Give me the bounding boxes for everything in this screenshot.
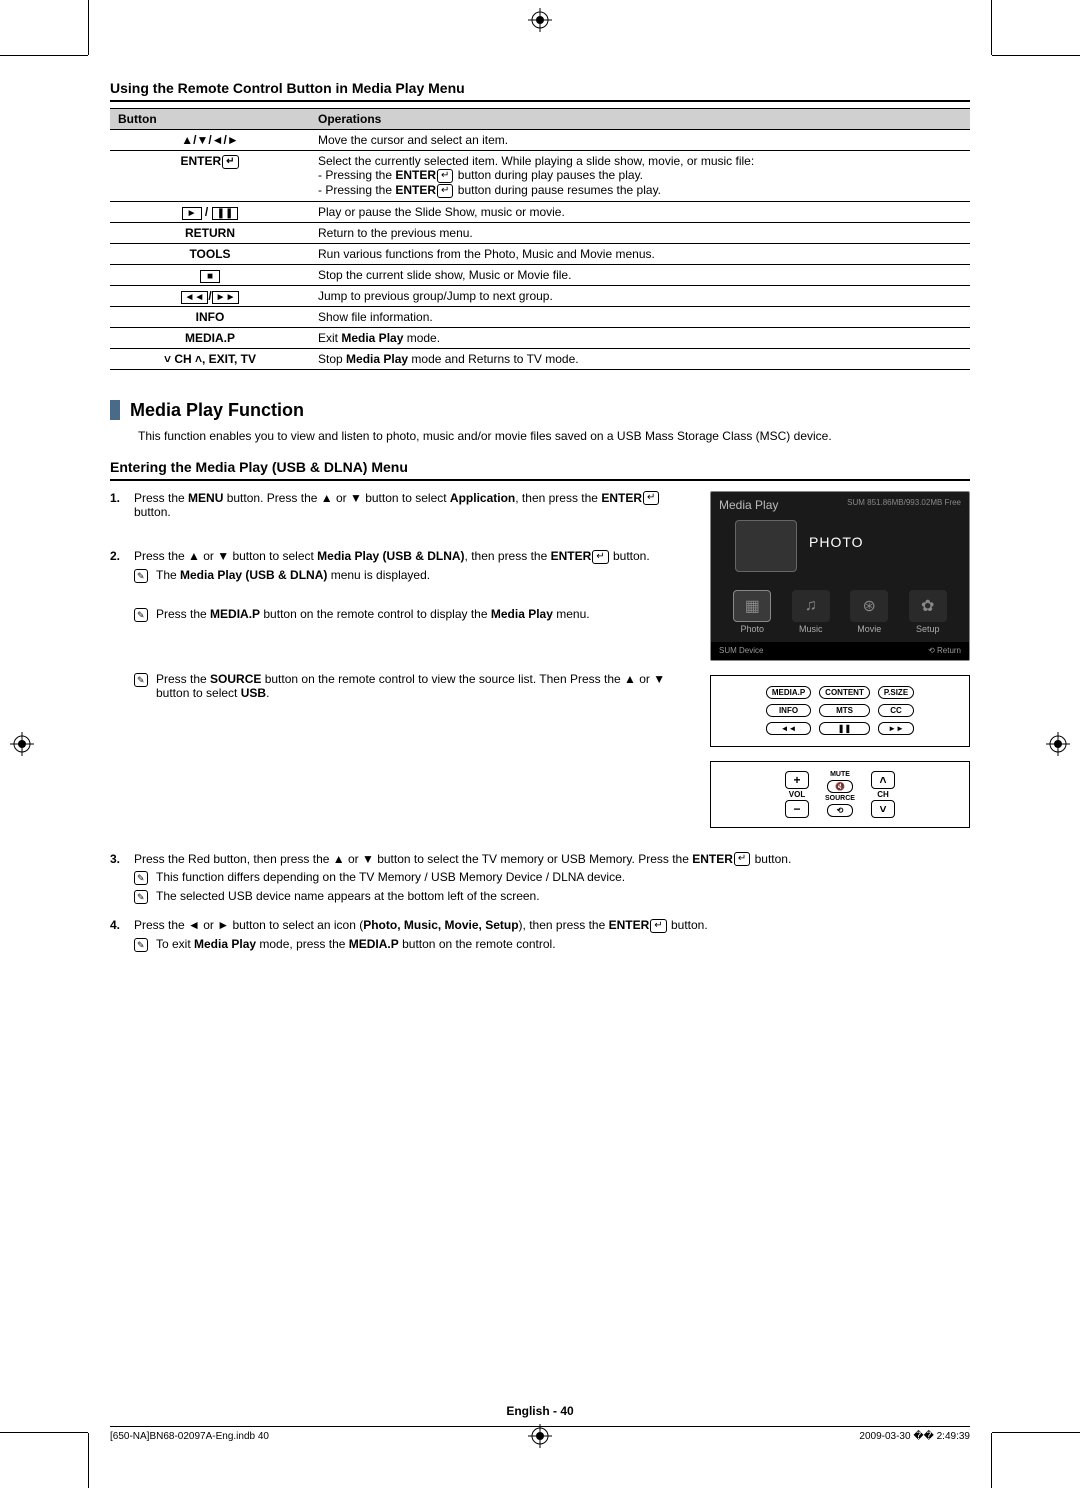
remote-button: ►► [878, 722, 914, 735]
table-row: ◄◄/►►Jump to previous group/Jump to next… [110, 285, 970, 306]
table-row: ▲/▼/◄/►Move the cursor and select an ite… [110, 130, 970, 151]
table-row: RETURNReturn to the previous menu. [110, 222, 970, 243]
step-3: 3. Press the Red button, then press the … [110, 852, 970, 905]
remote-button: ◄◄ [766, 722, 811, 735]
step-4: 4. Press the ◄ or ► button to select an … [110, 918, 970, 952]
osd-preview: Media Play SUM 851.86MB/993.02MB Free PH… [710, 491, 970, 661]
page-number: English - 40 [110, 1404, 970, 1418]
table-header-button: Button [110, 109, 310, 130]
sub-heading: Entering the Media Play (USB & DLNA) Men… [110, 459, 970, 481]
note-icon: ✎ [134, 871, 148, 885]
osd-item-photo: ▦Photo [733, 590, 771, 634]
note-icon: ✎ [134, 890, 148, 904]
button-operations-table: Button Operations ▲/▼/◄/►Move the cursor… [110, 108, 970, 370]
remote-button: P.SIZE [878, 686, 914, 699]
table-row: ► / ❚❚Play or pause the Slide Show, musi… [110, 201, 970, 222]
remote-button: ❚❚ [819, 722, 870, 735]
enter-icon: ↵ [592, 550, 608, 564]
osd-title: Media Play [719, 498, 778, 512]
volume-down-icon: − [785, 800, 809, 818]
channel-down-icon: ˅ [871, 800, 895, 818]
remote-button: MTS [819, 704, 870, 717]
osd-item-music: ♫Music [792, 590, 830, 634]
remote-diagram-1: MEDIA.P CONTENT P.SIZE INFO MTS CC ◄◄ ❚❚… [710, 675, 970, 747]
source-button-icon: ⟲ [827, 804, 853, 817]
table-row: ■Stop the current slide show, Music or M… [110, 264, 970, 285]
footer-date: 2009-03-30 �� 2:49:39 [859, 1431, 970, 1442]
table-row: ENTER↵Select the currently selected item… [110, 151, 970, 202]
registration-mark-icon [10, 732, 34, 756]
osd-bottom-left: SUM Device [719, 646, 763, 655]
osd-photo-thumb-icon [735, 520, 797, 572]
note-icon: ✎ [134, 608, 148, 622]
registration-mark-icon [1046, 732, 1070, 756]
mute-button-icon: 🔇 [827, 780, 853, 793]
enter-icon: ↵ [643, 491, 659, 505]
remote-button: MEDIA.P [766, 686, 811, 699]
remote-button: CONTENT [819, 686, 870, 699]
osd-storage: SUM 851.86MB/993.02MB Free [847, 498, 961, 507]
channel-up-icon: ˄ [871, 771, 895, 789]
table-row: TOOLSRun various functions from the Phot… [110, 243, 970, 264]
registration-mark-icon [528, 8, 552, 32]
volume-up-icon: + [785, 771, 809, 789]
osd-item-setup: ✿Setup [909, 590, 947, 634]
section-title: Media Play Function [130, 400, 304, 421]
osd-bottom-right: ⟲ Return [928, 646, 961, 655]
mute-label: MUTE [830, 771, 850, 778]
section-bar-icon [110, 400, 120, 420]
table-row: INFOShow file information. [110, 306, 970, 327]
enter-icon: ↵ [650, 919, 666, 933]
table-row: ˅ CH ˄, EXIT, TVStop Media Play mode and… [110, 348, 970, 369]
step-1: 1. Press the MENU button. Press the ▲ or… [110, 491, 692, 520]
note-icon: ✎ [134, 673, 148, 687]
note-icon: ✎ [134, 569, 148, 583]
note-icon: ✎ [134, 938, 148, 952]
table-row: MEDIA.PExit Media Play mode. [110, 327, 970, 348]
section-heading: Using the Remote Control Button in Media… [110, 80, 970, 102]
osd-item-movie: ⊛Movie [850, 590, 888, 634]
table-header-operations: Operations [310, 109, 970, 130]
enter-icon: ↵ [734, 852, 750, 866]
step-2: 2. Press the ▲ or ▼ button to select Med… [110, 549, 692, 700]
section-description: This function enables you to view and li… [138, 429, 970, 443]
footer-file: [650-NA]BN68-02097A-Eng.indb 40 [110, 1431, 269, 1442]
osd-photo-label: PHOTO [809, 534, 864, 550]
source-label: SOURCE [825, 795, 855, 802]
remote-diagram-2: + VOL − MUTE 🔇 SOURCE ⟲ ˄ CH ˅ [710, 761, 970, 828]
remote-button: CC [878, 704, 914, 717]
remote-button: INFO [766, 704, 811, 717]
